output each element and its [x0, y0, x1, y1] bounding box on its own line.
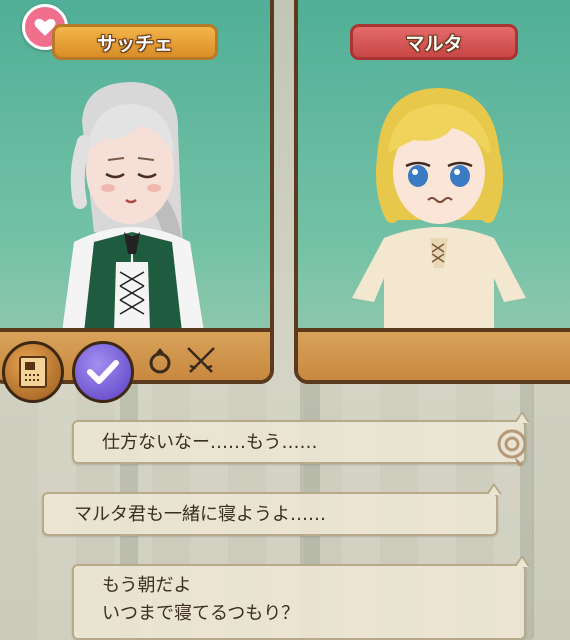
dialogue-line: マルタ君も一緒に寝ようよ…… — [74, 504, 326, 525]
check-icon — [87, 360, 119, 384]
confirm-button[interactable] — [72, 341, 134, 403]
crossed-swords-icon[interactable] — [184, 344, 218, 376]
name-plate-left: サッチェ — [52, 24, 218, 60]
character-maruta — [352, 88, 526, 328]
dialogue-bubble[interactable]: もう朝だよ いつまで寝てるつもり？ — [72, 555, 530, 640]
dialogue-line: 仕方ないなー……もう…… — [102, 432, 318, 453]
character-sacchae — [62, 82, 204, 332]
book-menu-icon — [19, 356, 47, 388]
dialogue-line: もう朝だよ — [102, 575, 192, 596]
character-name-right: マルタ — [405, 32, 463, 55]
character-name-left: サッチェ — [96, 32, 173, 55]
dialogue-line: いつまで寝てるつもり？ — [102, 603, 300, 624]
dialogue-bubble[interactable]: 仕方ないなー……もう…… — [72, 411, 530, 464]
fast-forward-icon[interactable] — [494, 428, 530, 468]
book-menu-button[interactable] — [2, 341, 64, 403]
dialogue-bubble[interactable]: マルタ君も一緒に寝ようよ…… — [42, 483, 502, 536]
name-plate-right: マルタ — [350, 24, 518, 60]
ring-icon[interactable] — [146, 345, 174, 375]
